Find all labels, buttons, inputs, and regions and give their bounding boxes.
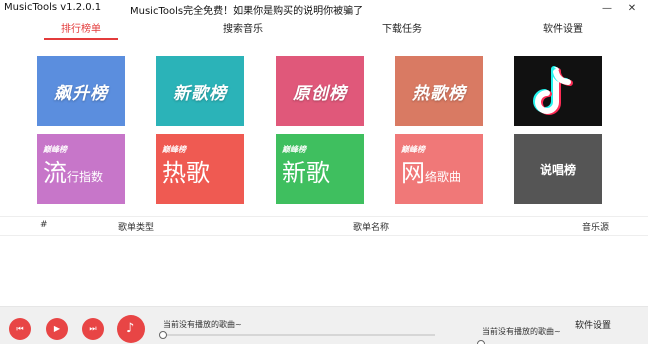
tab-download-tasks[interactable]: 下载任务	[365, 22, 439, 40]
column-music-source[interactable]: 音乐源	[582, 220, 609, 233]
main-tabs: 排行榜单 搜索音乐 下载任务 软件设置	[0, 20, 648, 42]
software-settings-link[interactable]: 软件设置	[575, 318, 611, 331]
chart-tile-peak-hot[interactable]: 巅峰榜 热歌	[156, 134, 244, 204]
next-icon[interactable]: ⏭	[82, 318, 104, 340]
progress-bar[interactable]	[163, 334, 435, 336]
chart-tile-new-songs[interactable]: 新歌榜	[156, 56, 244, 126]
peak-badge: 巅峰榜	[401, 145, 425, 154]
chart-tile-peak-new[interactable]: 巅峰榜 新歌	[276, 134, 364, 204]
chart-tile-title: 新歌	[282, 156, 330, 190]
play-icon[interactable]: ▶	[46, 318, 68, 340]
chart-tile-title-big: 网	[401, 159, 425, 187]
previous-icon[interactable]: ⏮	[9, 318, 31, 340]
app-title: MusicTools v1.2.0.1	[4, 2, 102, 13]
chart-tile-label: 热歌榜	[412, 83, 466, 104]
column-playlist-type[interactable]: 歌单类型	[118, 220, 154, 233]
now-playing-text-secondary: 当前没有播放的歌曲~	[482, 327, 561, 336]
chart-tile-title-big: 新歌	[282, 159, 330, 187]
tab-search-music[interactable]: 搜索音乐	[206, 22, 280, 40]
tab-rankings[interactable]: 排行榜单	[44, 22, 118, 40]
peak-badge: 巅峰榜	[282, 145, 306, 154]
chart-tile-soaring[interactable]: 飙升榜	[37, 56, 125, 126]
column-playlist-name[interactable]: 歌单名称	[353, 220, 389, 233]
chart-tile-label: 说唱榜	[539, 162, 576, 177]
chart-tile-title: 流行指数	[43, 156, 103, 194]
playlist-table-body[interactable]	[0, 236, 648, 306]
playlist-table-header: # 歌单类型 歌单名称 音乐源	[0, 216, 648, 236]
music-note-icon: ♪	[126, 321, 135, 336]
chart-tile-tiktok[interactable]	[514, 56, 602, 126]
chart-tile-title-big: 流	[43, 159, 67, 187]
close-icon[interactable]: ✕	[622, 0, 642, 18]
tab-settings[interactable]: 软件设置	[526, 22, 600, 40]
chart-tile-peak-internet[interactable]: 巅峰榜 网络歌曲	[395, 134, 483, 204]
player-bar: ⏮ ▶ ⏭ ♪ 当前没有播放的歌曲~ 当前没有播放的歌曲~ 软件设置	[0, 306, 648, 344]
minimize-icon[interactable]: —	[597, 0, 617, 18]
volume-handle[interactable]	[477, 340, 485, 344]
chart-tile-rap[interactable]: 说唱榜	[514, 134, 602, 204]
album-disc: ♪	[117, 315, 145, 343]
chart-tile-title-big: 热歌	[162, 159, 210, 187]
chart-tile-label: 飙升榜	[54, 83, 108, 104]
chart-tile-title-rest: 络歌曲	[425, 170, 462, 184]
progress-handle[interactable]	[159, 331, 167, 339]
chart-tile-title-rest: 行指数	[67, 170, 104, 184]
chart-tile-hot-songs[interactable]: 热歌榜	[395, 56, 483, 126]
tiktok-logo-icon	[533, 66, 573, 115]
peak-badge: 巅峰榜	[162, 145, 186, 154]
peak-badge: 巅峰榜	[43, 145, 67, 154]
title-bar: MusicTools v1.2.0.1 MusicTools完全免费！如果你是购…	[0, 0, 648, 18]
now-playing-text: 当前没有播放的歌曲~	[163, 320, 242, 329]
chart-tile-peak-popularity[interactable]: 巅峰榜 流行指数	[37, 134, 125, 204]
column-index[interactable]: #	[40, 220, 48, 230]
chart-tile-title: 网络歌曲	[401, 156, 461, 194]
chart-tile-title: 热歌	[162, 156, 210, 190]
chart-tile-label: 原创榜	[293, 83, 347, 104]
chart-tile-label: 新歌榜	[173, 83, 227, 104]
free-notice: MusicTools完全免费！如果你是购买的说明你被骗了	[130, 6, 364, 17]
chart-tile-original[interactable]: 原创榜	[276, 56, 364, 126]
